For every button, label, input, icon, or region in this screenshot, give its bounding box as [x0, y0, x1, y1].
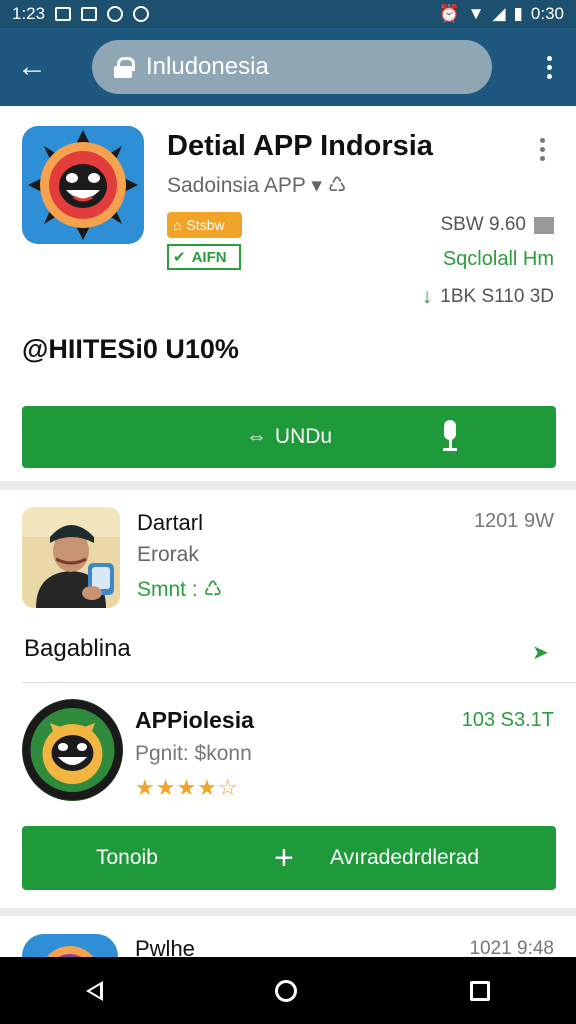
microphone-icon[interactable] [440, 420, 460, 454]
arrow-right-icon[interactable]: ➤ [532, 640, 549, 665]
plus-icon: + [274, 838, 294, 877]
app2-icon[interactable] [22, 699, 123, 801]
dropdown-icon: ▾ ♺ [311, 174, 347, 197]
reviewer-status: Smnt : ♺ [137, 577, 222, 602]
app-developer[interactable]: Sadoinsia APP ▾ ♺ [167, 173, 347, 198]
reviewer-status-label: Smnt : [137, 578, 198, 601]
url-bar[interactable]: Inludonesia [92, 40, 492, 94]
reviewer-subtitle: Erorak [137, 543, 199, 566]
wifi-icon: ▼ [467, 4, 485, 23]
badge-orange-label: Stsbw [186, 217, 225, 233]
back-arrow-icon[interactable]: ← [14, 49, 50, 85]
reviewer-avatar[interactable] [22, 507, 120, 608]
status-clock: 0:30 [530, 4, 564, 23]
recycle-icon: ♺ [203, 578, 223, 601]
review-card: Dartarl Erorak Smnt : ♺ 1201 9W Bagablin… [0, 490, 576, 908]
app-downloads: ↓ 1BK S110 3D [422, 285, 554, 309]
sync-icon [107, 6, 124, 22]
app2-subtitle: Pgnit: $konn [135, 742, 252, 765]
more-options-icon[interactable] [537, 50, 562, 85]
signal-icon: ◢ [492, 4, 506, 23]
badge-green-label: AIFN [191, 248, 227, 266]
download-button[interactable]: ⇔ UNDu [22, 406, 556, 468]
size-icon [534, 216, 554, 234]
check-icon: ✔ [173, 249, 186, 266]
app-title: Detial APP Indorsia [167, 130, 433, 162]
divider [22, 682, 576, 683]
app-icon [22, 126, 144, 244]
status-time: 1:23 [12, 4, 46, 23]
status-bar: 1:23 ⏰ ▼ ◢ ▮ 0:30 [0, 0, 576, 28]
app-social: Sqclolall Hm [442, 248, 554, 270]
download-button-label: UNDu [274, 425, 333, 448]
download-icon: ↓ [421, 285, 433, 308]
app-detail-card: Detial APP Indorsia Sadoinsia APP ▾ ♺ ⌂ … [0, 106, 576, 481]
battery-icon: ▮ [513, 4, 523, 23]
app2-meta: 103 S3.1T [461, 709, 554, 731]
badge-orange: ⌂ Stsbw [167, 212, 242, 238]
settings-icon [133, 6, 150, 22]
rating-stars: ★★★★☆ [135, 775, 239, 800]
nav-recents-icon[interactable] [469, 980, 490, 1001]
review-date: 1201 9W [473, 510, 554, 532]
app2-action-button[interactable]: Tonoib + Avıradedrdlerad [22, 826, 556, 890]
app-toolbar: ← Inludonesia [0, 28, 576, 106]
app-size-label: SBW 9.60 [440, 214, 526, 235]
app2-button-right-label: Avıradedrdlerad [330, 846, 480, 869]
badge-green: ✔ AIFN [167, 244, 241, 270]
alarm-icon: ⏰ [438, 4, 460, 23]
download-arrow-icon: ⇔ [245, 425, 267, 448]
app2-title: APPiolesia [135, 707, 254, 733]
card-more-icon[interactable] [540, 138, 545, 161]
app-size: SBW 9.60 [440, 214, 554, 236]
lock-icon [114, 57, 135, 78]
url-text: Inludonesia [146, 53, 269, 80]
reviewer-name: Dartarl [137, 510, 204, 535]
notification-icon [55, 7, 72, 21]
image-icon [81, 7, 98, 21]
badge-icon: ⌂ [173, 217, 182, 233]
app2-button-left-label: Tonoib [96, 846, 158, 869]
nav-home-icon[interactable] [275, 979, 298, 1002]
section-label: Bagablina [24, 635, 131, 662]
nav-back-icon[interactable] [86, 980, 104, 1001]
downloads-label: 1BK S110 3D [440, 286, 554, 307]
navigation-bar [0, 957, 576, 1024]
developer-name: Sadoinsia APP [167, 174, 306, 197]
section-heading: @HIITESi0 U10% [22, 334, 239, 364]
